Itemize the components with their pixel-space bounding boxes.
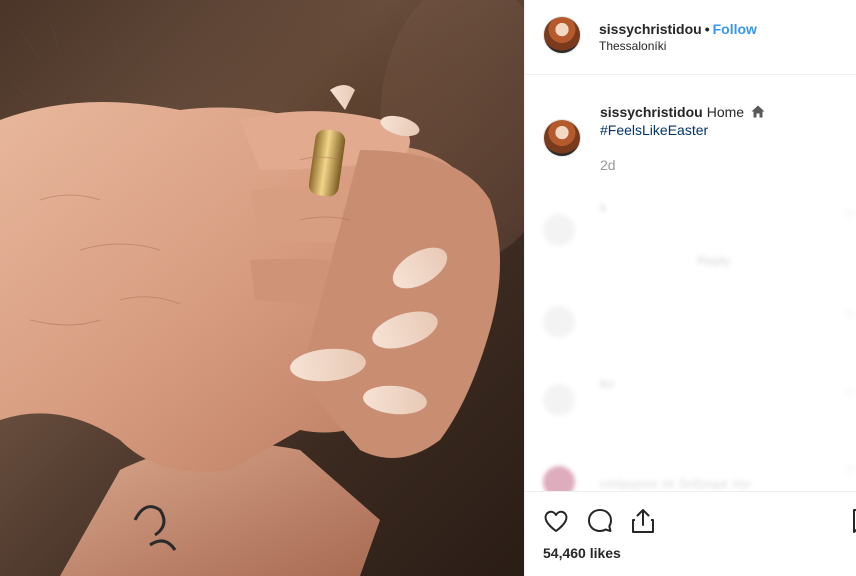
post-time[interactable]: 2d bbox=[600, 157, 616, 173]
avatar[interactable] bbox=[543, 16, 581, 54]
comment-heart-icon: ♡ bbox=[844, 464, 855, 478]
action-bar: 54,460 likes bbox=[525, 491, 856, 576]
home-icon bbox=[751, 105, 765, 118]
caption-avatar[interactable] bbox=[543, 119, 581, 157]
caption-line: sissychristidou Home bbox=[600, 104, 765, 120]
post-photo[interactable] bbox=[0, 0, 524, 576]
faded-comment: ♡ bbox=[525, 298, 856, 358]
faded-comment: υπάρχουν σε δείξουμε την ♡ bbox=[525, 456, 856, 491]
caption-username[interactable]: sissychristidou bbox=[600, 104, 703, 120]
hashtag-link[interactable]: #FeelsLikeEaster bbox=[600, 122, 708, 138]
comment-heart-icon: ♡ bbox=[844, 208, 855, 222]
share-icon[interactable] bbox=[628, 506, 658, 536]
comment-avatar bbox=[543, 214, 575, 246]
comment-user: k bbox=[600, 200, 607, 215]
header-username[interactable]: sissychristidou bbox=[599, 21, 702, 37]
post-header: sissychristidou • Follow Thessaloníki bbox=[525, 0, 856, 75]
comment-reply: Reply bbox=[697, 253, 731, 268]
follow-button[interactable]: Follow bbox=[713, 21, 757, 37]
bookmark-icon[interactable] bbox=[847, 506, 856, 536]
separator-dot: • bbox=[704, 21, 710, 37]
comment-heart-icon: ♡ bbox=[844, 308, 855, 322]
comment-avatar bbox=[543, 466, 575, 491]
comment-heart-icon: ♡ bbox=[844, 386, 855, 400]
comment-icon[interactable] bbox=[585, 506, 615, 536]
heart-icon[interactable] bbox=[541, 506, 571, 536]
location-link[interactable]: Thessaloníki bbox=[599, 39, 666, 53]
comment-text: υπάρχουν σε δείξουμε την bbox=[600, 476, 751, 491]
comment-avatar bbox=[543, 306, 575, 338]
hands-image bbox=[0, 0, 524, 576]
header-user-line: sissychristidou • Follow bbox=[599, 21, 757, 37]
likes-count[interactable]: 54,460 likes bbox=[543, 545, 621, 561]
faded-comment: k Reply ♡ bbox=[525, 198, 856, 278]
post-side-panel: sissychristidou • Follow Thessaloníki siss… bbox=[524, 0, 856, 576]
caption-text: Home bbox=[706, 104, 745, 120]
faded-comment: ko ♡ bbox=[525, 374, 856, 444]
comment-user: ko bbox=[600, 376, 614, 391]
comment-avatar bbox=[543, 384, 575, 416]
comments-area: sissychristidou Home #FeelsLikeEaster 2d … bbox=[525, 76, 856, 491]
